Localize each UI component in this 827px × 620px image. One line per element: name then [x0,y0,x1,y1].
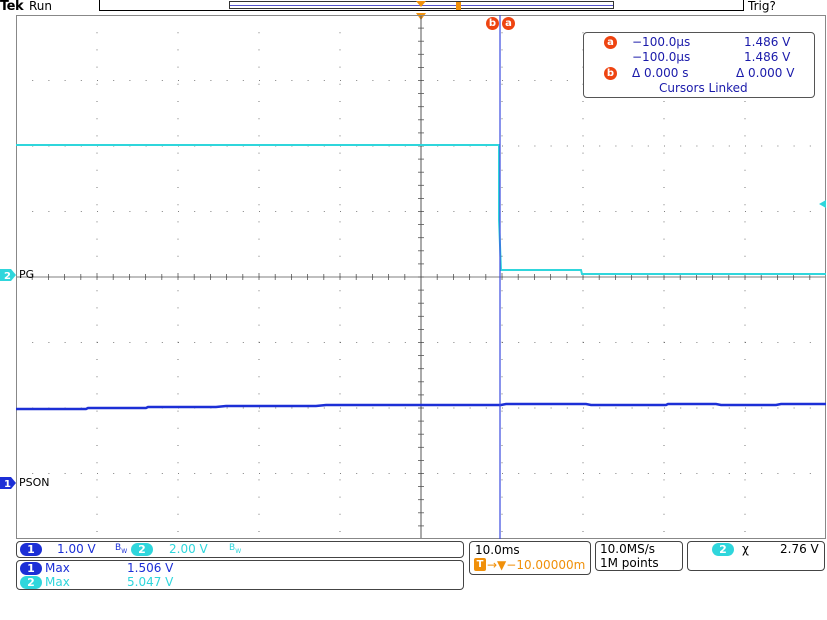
run-state[interactable]: Run [29,0,52,13]
meas1-name: Max [45,561,70,575]
meas2-channel-badge: 2 [20,576,42,589]
cursor-delta-time: Δ 0.000 s [632,66,689,80]
time-per-division[interactable]: 10.0ms [475,543,520,557]
meas2-name: Max [45,575,70,589]
trigger-slope-icon: χ [742,542,749,556]
trigger-level-marker-icon[interactable] [817,199,827,209]
cursor-delta-value: Δ 0.000 V [736,66,795,80]
meas1-channel-badge: 1 [20,562,42,575]
trigger-position[interactable]: →▼−10.00000m [487,558,585,572]
trigger-panel[interactable]: 2 χ 2.76 V [687,541,825,571]
brand-logo: Tek [0,0,24,14]
record-marker-icon [456,2,461,10]
ch2-ground-marker-icon[interactable]: 2 [0,269,17,281]
ch2-marker-number: 2 [4,271,11,281]
trigger-source-badge[interactable]: 2 [712,543,734,556]
ch1-bandwidth-icon: BW [115,543,128,555]
meas2-value: 5.047 V [127,575,174,589]
cursor-a-badge: a [604,36,617,49]
top-status-bar: Tek Run Trig? [0,0,827,15]
trigger-state: Trig? [748,0,776,13]
ch2-scale-badge[interactable]: 2 [131,543,153,556]
ch2-scale[interactable]: 2.00 V [169,542,208,556]
trigger-t-icon: T [474,558,486,571]
cursor-a-value: 1.486 V [744,35,791,49]
sample-rate: 10.0MS/s [600,542,655,556]
trigger-level[interactable]: 2.76 V [780,542,819,556]
cursor-b-time: −100.0µs [632,50,691,64]
cursor-b-value: 1.486 V [744,50,791,64]
trigger-position-icon [416,1,426,7]
ch1-scale[interactable]: 1.00 V [57,542,96,556]
cursor-readout-panel[interactable]: a −100.0µs 1.486 V −100.0µs 1.486 V b Δ … [583,32,815,98]
channel-scale-panel[interactable]: 1 1.00 V BW 2 2.00 V BW [16,541,464,558]
ch1-scale-badge[interactable]: 1 [20,543,42,556]
cursors-linked-label: Cursors Linked [659,81,748,95]
ch1-label: PSON [19,476,50,489]
meas1-value: 1.506 V [127,561,174,575]
record-length: 1M points [600,556,659,570]
cursor-a-time: −100.0µs [632,35,691,49]
measurement-panel[interactable]: 1 Max 1.506 V 2 Max 5.047 V [16,560,464,590]
ch2-bandwidth-icon: BW [229,543,242,555]
timebase-panel[interactable]: 10.0ms T →▼−10.00000m [469,541,591,575]
ch2-label: PG [19,268,35,281]
ch1-ground-marker-icon[interactable]: 1 [0,477,17,489]
acquisition-panel[interactable]: 10.0MS/s 1M points [595,541,683,571]
cursor-b-badge: b [604,67,617,80]
ch1-marker-number: 1 [4,479,11,489]
